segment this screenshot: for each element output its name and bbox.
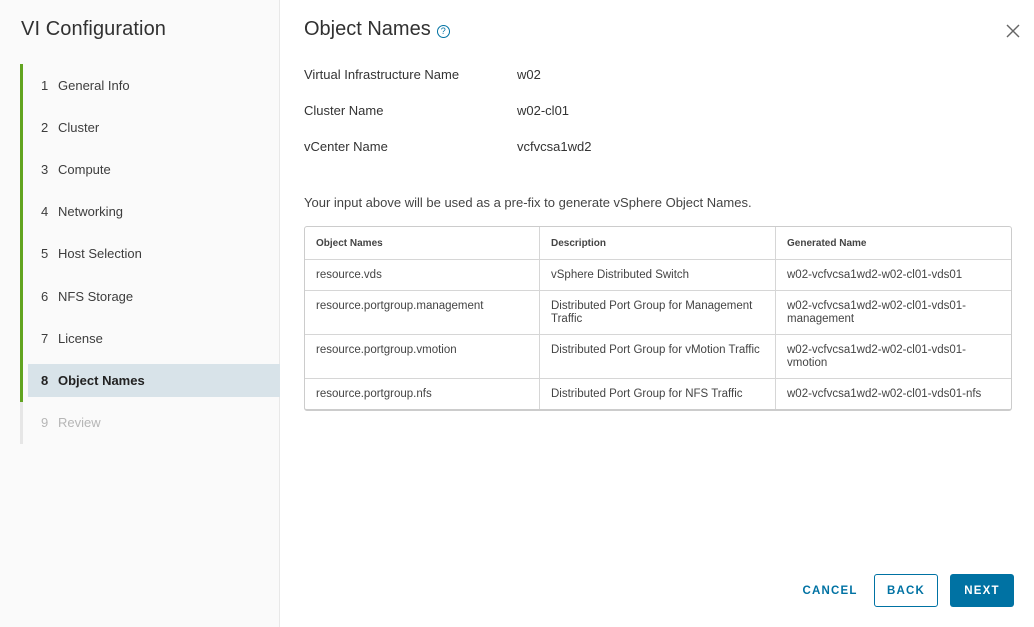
- step-compute[interactable]: 3 Compute: [20, 148, 280, 191]
- page-header: Object Names ?: [304, 18, 450, 41]
- step-label: Object Names: [58, 372, 145, 388]
- cell-description: Distributed Port Group for Management Tr…: [540, 291, 776, 334]
- step-nfs-storage[interactable]: 6 NFS Storage: [20, 274, 280, 318]
- help-circle-icon[interactable]: ?: [436, 24, 450, 38]
- step-number: 3: [41, 161, 49, 177]
- step-number: 9: [41, 415, 49, 431]
- wizard-title: VI Configuration: [21, 18, 167, 40]
- cell-description: vSphere Distributed Switch: [540, 260, 776, 290]
- step-number: 2: [41, 119, 49, 135]
- step-label: Review: [58, 415, 101, 431]
- step-list: 1 General Info 2 Cluster 3 Compute 4 Network…: [20, 64, 280, 444]
- cell-generated-name: w02-vcfvcsa1wd2-w02-cl01-vds01-vmotion: [787, 344, 966, 369]
- step-number: 6: [41, 288, 49, 304]
- step-object-names[interactable]: 8 Object Names: [20, 359, 280, 402]
- field-label: vCenter Name: [304, 139, 388, 154]
- table-row: resource.vds vSphere Distributed Switch …: [305, 260, 1011, 291]
- table-header: Object Names Description Generated Name: [305, 227, 1011, 260]
- step-license[interactable]: 7 License: [20, 317, 280, 360]
- cell-object-name: resource.vds: [305, 260, 540, 290]
- wizard-sidebar: VI Configuration 1 General Info 2 Cluster …: [0, 0, 280, 627]
- cell-description: Distributed Port Group for NFS Traffic: [540, 379, 776, 409]
- step-label: Compute: [58, 161, 111, 177]
- step-number: 8: [41, 372, 49, 388]
- cell-object-name: resource.portgroup.management: [305, 291, 540, 334]
- step-label: General Info: [58, 77, 130, 93]
- cell-object-name: resource.portgroup.vmotion: [305, 335, 540, 378]
- field-label: Cluster Name: [304, 103, 384, 118]
- object-names-table: Object Names Description Generated Name …: [304, 226, 1012, 411]
- step-number: 1: [41, 77, 49, 93]
- step-number: 7: [41, 330, 49, 346]
- back-button[interactable]: BACK: [874, 574, 938, 607]
- cell-generated-name: w02-vcfvcsa1wd2-w02-cl01-vds01: [787, 269, 963, 281]
- field-cluster-name: Cluster Name w02-cl01: [304, 103, 569, 118]
- column-header-generated-name[interactable]: Generated Name: [776, 227, 1011, 259]
- step-label: NFS Storage: [58, 288, 134, 304]
- step-label: Cluster: [58, 119, 100, 135]
- cell-object-name: resource.portgroup.nfs: [305, 379, 540, 409]
- step-general-info[interactable]: 1 General Info: [20, 64, 280, 107]
- table-row: resource.portgroup.management Distribute…: [305, 291, 1011, 335]
- step-label: Host Selection: [58, 246, 142, 262]
- cancel-button[interactable]: CANCEL: [798, 574, 862, 607]
- field-value: w02: [517, 67, 541, 82]
- table-row: resource.portgroup.nfs Distributed Port …: [305, 379, 1011, 409]
- step-label: Networking: [58, 204, 124, 220]
- field-vi-name: Virtual Infrastructure Name w02: [304, 67, 541, 82]
- wizard-content: Object Names ? Virtual Infrastructure Na…: [304, 0, 1024, 627]
- step-host-selection[interactable]: 5 Host Selection: [20, 232, 280, 275]
- cell-generated-name: w02-vcfvcsa1wd2-w02-cl01-vds01-nfs: [787, 388, 982, 400]
- cell-description: Distributed Port Group for vMotion Traff…: [540, 335, 776, 378]
- step-label: License: [58, 330, 103, 346]
- field-value: w02-cl01: [517, 103, 570, 118]
- column-header-object-names[interactable]: Object Names: [305, 227, 540, 259]
- step-cluster[interactable]: 2 Cluster: [20, 106, 280, 149]
- field-value: vcfvcsa1wd2: [517, 139, 592, 154]
- field-label: Virtual Infrastructure Name: [304, 67, 460, 82]
- field-vcenter-name: vCenter Name vcfvcsa1wd2: [304, 139, 591, 154]
- next-button[interactable]: NEXT: [950, 574, 1014, 607]
- prefix-hint: Your input above will be used as a pre-f…: [304, 195, 752, 210]
- table-row: resource.portgroup.vmotion Distributed P…: [305, 335, 1011, 379]
- step-number: 4: [41, 204, 49, 220]
- step-networking[interactable]: 4 Networking: [20, 190, 280, 233]
- step-review: 9 Review: [20, 401, 280, 444]
- step-number: 5: [41, 246, 49, 262]
- cell-generated-name: w02-vcfvcsa1wd2-w02-cl01-vds01-managemen…: [787, 300, 966, 325]
- close-icon[interactable]: [1004, 22, 1022, 40]
- column-header-description[interactable]: Description: [540, 227, 776, 259]
- page-title: Object Names: [304, 18, 431, 40]
